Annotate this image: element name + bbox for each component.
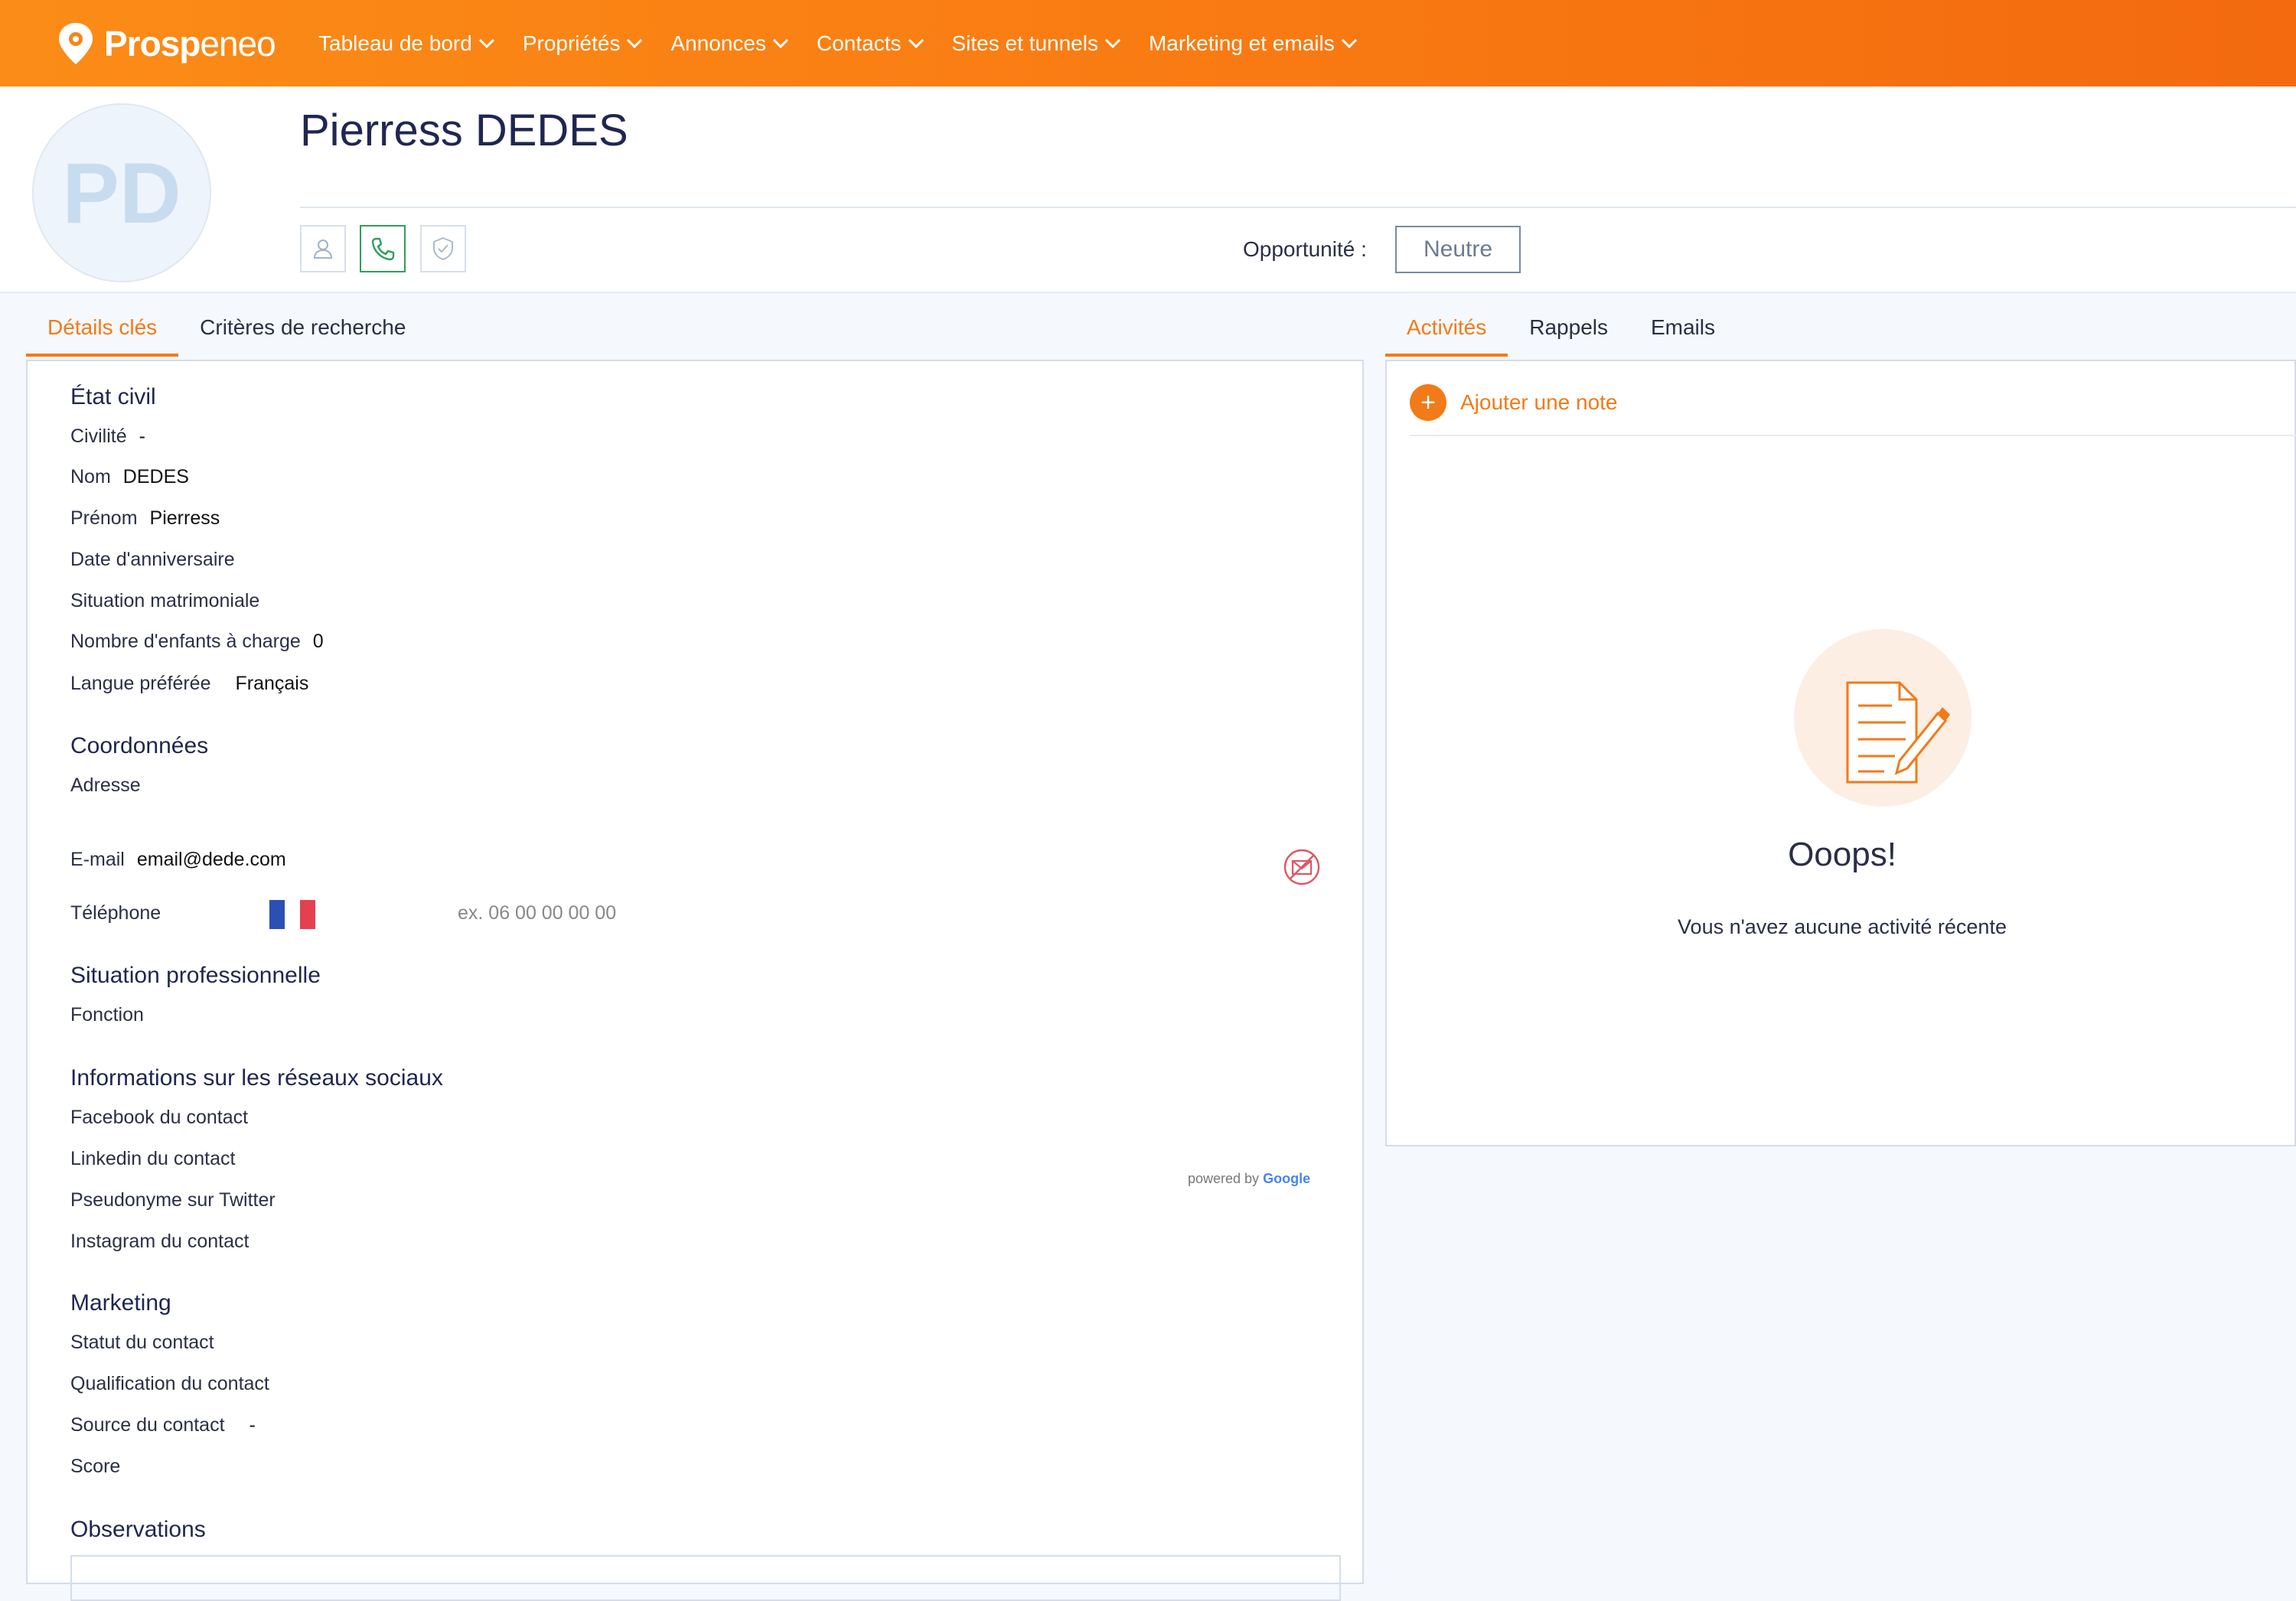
contact-type-button[interactable] xyxy=(300,225,346,272)
tab-details-cles[interactable]: Détails clés xyxy=(26,315,179,357)
field-situation-matrimoniale[interactable]: Situation matrimoniale xyxy=(70,590,259,612)
avatar: PD xyxy=(32,103,211,282)
phone-icon xyxy=(371,237,395,261)
section-title-observations: Observations xyxy=(70,1517,206,1542)
chevron-down-icon xyxy=(478,38,494,48)
empty-state-subtitle: Vous n'avez aucune activité récente xyxy=(1678,915,2007,938)
divider xyxy=(1410,435,2296,436)
tab-criteres-de-recherche[interactable]: Critères de recherche xyxy=(178,315,427,357)
section-title-marketing: Marketing xyxy=(70,1290,171,1316)
field-twitter[interactable]: Pseudonyme sur Twitter xyxy=(70,1189,276,1211)
field-fonction[interactable]: Fonction xyxy=(70,1004,144,1026)
field-adresse[interactable]: Adresse xyxy=(70,774,141,797)
call-button[interactable] xyxy=(360,225,406,272)
section-title-coordonnees: Coordonnées xyxy=(70,733,209,758)
nav-annonces[interactable]: Annonces xyxy=(670,31,789,56)
plus-icon: + xyxy=(1410,384,1446,421)
location-pin-icon xyxy=(57,21,95,66)
top-navbar: Prospeneo Tableau de bord Propriétés Ann… xyxy=(0,0,2296,86)
tab-activites[interactable]: Activités xyxy=(1385,315,1508,357)
phone-input[interactable]: ex. 06 00 00 00 00 xyxy=(458,902,616,924)
section-title-etat-civil: État civil xyxy=(70,384,156,409)
tab-rappels[interactable]: Rappels xyxy=(1508,315,1629,357)
chevron-down-icon xyxy=(1104,38,1121,48)
details-tabs: Détails clés Critères de recherche xyxy=(26,315,427,357)
nav-sites-et-tunnels[interactable]: Sites et tunnels xyxy=(952,31,1121,56)
powered-by-google: powered by Google xyxy=(1188,1171,1311,1186)
user-icon xyxy=(313,240,333,259)
france-flag-icon[interactable] xyxy=(269,900,315,929)
empty-state-title: Ooops! xyxy=(1788,836,1896,873)
opportunity-label: Opportunité : xyxy=(1243,237,1367,261)
brand-name: Prospeneo xyxy=(104,23,276,64)
brand-logo[interactable]: Prospeneo xyxy=(57,21,286,66)
nav-marketing-et-emails[interactable]: Marketing et emails xyxy=(1149,31,1358,56)
field-linkedin[interactable]: Linkedin du contact xyxy=(70,1148,235,1170)
section-title-situation-professionnelle: Situation professionnelle xyxy=(70,963,321,988)
field-prenom[interactable]: Prénom Pierress xyxy=(70,507,220,530)
shield-check-icon xyxy=(433,236,453,261)
section-title-reseaux-sociaux: Informations sur les réseaux sociaux xyxy=(70,1065,443,1091)
main-nav: Tableau de bord Propriétés Annonces Cont… xyxy=(318,31,1385,56)
empty-notes-illustration xyxy=(1794,629,1971,807)
field-langue-preferee[interactable]: Langue préférée Français xyxy=(70,673,308,695)
field-source[interactable]: Source du contact - xyxy=(70,1414,256,1436)
field-facebook[interactable]: Facebook du contact xyxy=(70,1107,248,1129)
details-panel: État civil Civilité - Nom DEDES Prénom Pier… xyxy=(26,360,1364,1601)
nav-tableau-de-bord[interactable]: Tableau de bord xyxy=(318,31,495,56)
tab-emails[interactable]: Emails xyxy=(1629,315,1737,357)
nav-contacts[interactable]: Contacts xyxy=(817,31,925,56)
email-unsubscribed-icon[interactable] xyxy=(1283,848,1321,886)
document-pencil-icon xyxy=(1846,681,1950,784)
contact-name: Pierress DEDES xyxy=(300,106,628,155)
add-note-button[interactable]: + Ajouter une note xyxy=(1410,384,1618,421)
field-nombre-enfants[interactable]: Nombre d'enfants à charge 0 xyxy=(70,631,324,653)
field-instagram[interactable]: Instagram du contact xyxy=(70,1231,249,1253)
field-email[interactable]: E-mail email@dede.com xyxy=(70,849,286,871)
opportunity-button[interactable]: Neutre xyxy=(1395,226,1521,273)
field-score[interactable]: Score xyxy=(70,1456,120,1478)
chevron-down-icon xyxy=(627,38,643,48)
chevron-down-icon xyxy=(772,38,789,48)
field-date-anniversaire[interactable]: Date d'anniversaire xyxy=(70,549,235,571)
nav-proprietes[interactable]: Propriétés xyxy=(523,31,644,56)
field-nom[interactable]: Nom DEDES xyxy=(70,466,189,488)
chevron-down-icon xyxy=(1341,38,1357,48)
divider xyxy=(300,207,2296,208)
consent-button[interactable] xyxy=(420,225,466,272)
field-civilite[interactable]: Civilité - xyxy=(70,426,145,448)
field-qualification[interactable]: Qualification du contact xyxy=(70,1373,269,1395)
field-telephone: Téléphone xyxy=(70,902,161,924)
contact-header: PD Pierress DEDES Opportunité : Neutre xyxy=(0,86,2296,293)
field-statut[interactable]: Statut du contact xyxy=(70,1332,214,1354)
activities-panel: + Ajouter une note Ooops! Vous n'avez au… xyxy=(1385,360,2296,1146)
observations-textarea[interactable] xyxy=(70,1555,1341,1601)
chevron-down-icon xyxy=(908,38,924,48)
activity-tabs: Activités Rappels Emails xyxy=(1385,315,1737,357)
